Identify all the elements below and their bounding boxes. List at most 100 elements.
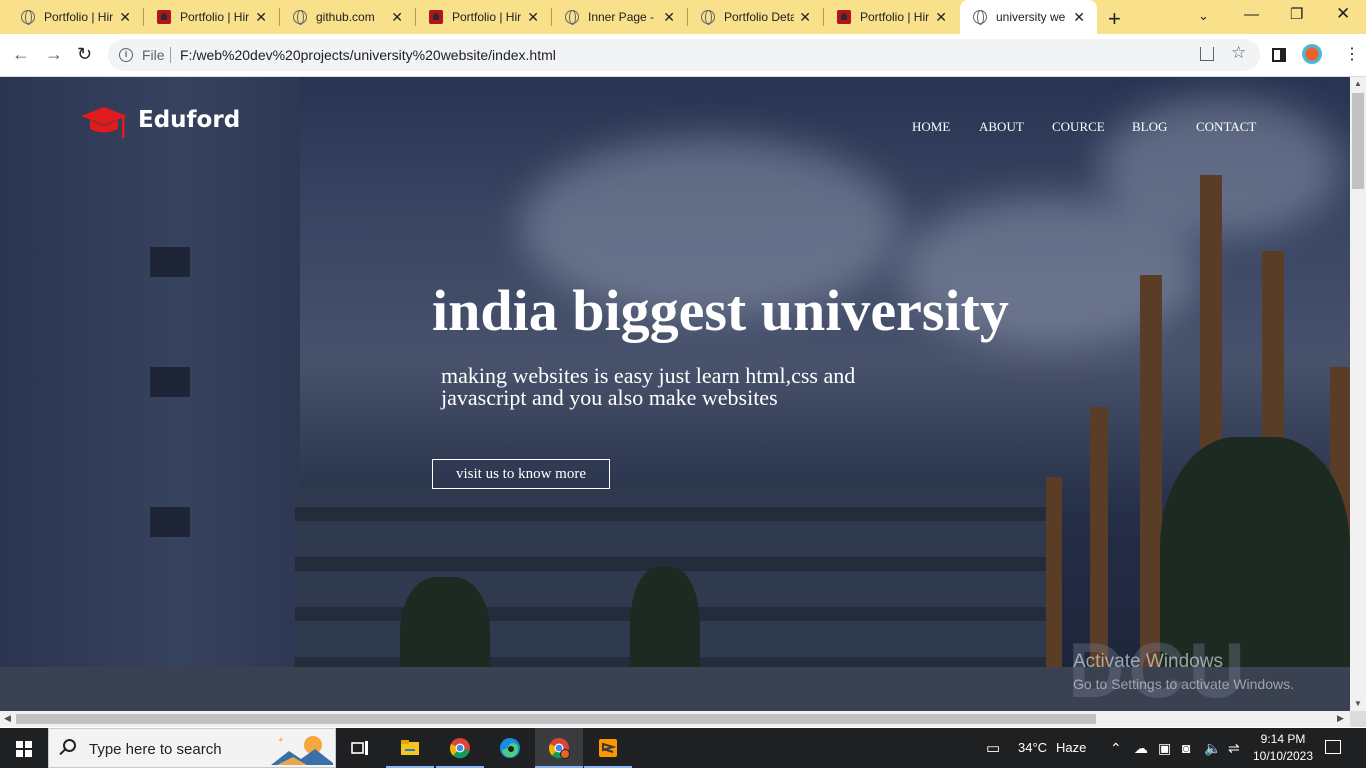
close-icon[interactable]: ✕	[663, 9, 675, 26]
site-logo-text[interactable]: Eduford	[138, 107, 240, 133]
reload-icon[interactable]: ↻	[77, 44, 92, 65]
nav-link-blog[interactable]: BLOG	[1132, 119, 1167, 135]
nav-link-contact[interactable]: CONTACT	[1196, 119, 1256, 135]
window-close-icon[interactable]: ✕	[1336, 4, 1350, 24]
scroll-right-icon[interactable]: ▶	[1337, 713, 1344, 724]
weather-icon[interactable]: ▭	[986, 739, 1000, 757]
tab-title: Portfolio | Hir	[452, 10, 522, 24]
portfolio-icon	[429, 10, 443, 24]
scroll-up-icon[interactable]: ▲	[1354, 79, 1362, 88]
vertical-scrollbar[interactable]: ▲ ▼	[1350, 77, 1366, 711]
chevron-up-icon[interactable]: ⌃	[1110, 740, 1122, 757]
new-tab-button[interactable]: +	[1108, 6, 1121, 32]
tab-title: university wel	[996, 10, 1066, 24]
close-icon[interactable]: ✕	[935, 9, 947, 26]
tab-title: Inner Page -	[588, 10, 655, 24]
camera-icon[interactable]: ◙	[1182, 740, 1190, 756]
search-highlight-art-icon: ✦	[271, 736, 333, 765]
tab-6[interactable]: Portfolio Deta ✕	[680, 0, 823, 34]
network-icon[interactable]: ☁	[1134, 740, 1148, 757]
tab-4[interactable]: Portfolio | Hir ✕	[408, 0, 551, 34]
task-view-button[interactable]	[336, 728, 384, 768]
chrome-button[interactable]	[436, 728, 484, 768]
sublime-text-icon	[599, 739, 617, 757]
task-view-icon	[351, 741, 368, 755]
globe-icon	[565, 10, 579, 25]
minimize-icon[interactable]: —	[1244, 6, 1259, 23]
file-explorer-icon	[401, 740, 419, 755]
start-pane	[16, 741, 23, 748]
profile-avatar-icon[interactable]	[1302, 44, 1322, 64]
tab-3[interactable]: github.com ✕	[272, 0, 415, 34]
scrollbar-corner	[1350, 711, 1366, 727]
scroll-left-icon[interactable]: ◀	[4, 713, 11, 724]
globe-icon	[21, 10, 35, 25]
tab-1[interactable]: Portfolio | Hir ✕	[0, 0, 143, 34]
info-icon[interactable]: i	[119, 48, 133, 62]
notification-center-icon[interactable]	[1325, 740, 1341, 754]
svg-text:✦: ✦	[277, 736, 285, 746]
taskbar-search-box[interactable]: Type here to search ✦	[48, 728, 336, 768]
page-viewport: Eduford HOME ABOUT COURCE BLOG CONTACT i…	[0, 77, 1350, 711]
sublime-text-button[interactable]	[584, 728, 632, 768]
horizontal-scroll-thumb[interactable]	[16, 714, 1096, 724]
meet-now-icon[interactable]: ▣	[1158, 740, 1171, 757]
tab-2[interactable]: Portfolio | Hir ✕	[136, 0, 279, 34]
nav-link-home[interactable]: HOME	[912, 119, 950, 135]
weather-condition[interactable]: Haze	[1056, 740, 1086, 755]
system-clock[interactable]: 9:14 PM 10/10/2023	[1251, 731, 1315, 765]
back-icon[interactable]: ←	[12, 44, 30, 65]
forward-icon[interactable]: →	[45, 44, 63, 65]
volume-icon[interactable]: 🔈	[1204, 740, 1221, 757]
tab-strip: Portfolio | Hir ✕ Portfolio | Hir ✕ gith…	[0, 0, 1366, 34]
start-pane	[25, 741, 32, 748]
share-icon[interactable]	[1200, 47, 1214, 61]
visit-us-button[interactable]: visit us to know more	[432, 459, 610, 489]
tab-search-icon[interactable]: ⌄	[1198, 8, 1209, 24]
restore-icon[interactable]: ❐	[1290, 5, 1303, 23]
edge-icon	[500, 738, 520, 758]
file-explorer-button[interactable]	[386, 728, 434, 768]
close-icon[interactable]: ✕	[527, 9, 539, 26]
address-bar[interactable]: i File F:/web%20dev%20projects/universit…	[108, 39, 1260, 71]
horizontal-scrollbar[interactable]: ◀ ▶	[0, 711, 1350, 727]
tab-active[interactable]: university wel ✕	[960, 0, 1097, 34]
clock-time: 9:14 PM	[1260, 732, 1306, 746]
nav-link-cource[interactable]: COURCE	[1052, 119, 1105, 135]
close-icon[interactable]: ✕	[1073, 9, 1085, 26]
edge-button[interactable]	[486, 728, 534, 768]
kebab-menu-icon[interactable]: ⋮	[1344, 44, 1360, 64]
bookmark-star-icon[interactable]: ☆	[1231, 43, 1246, 63]
close-icon[interactable]: ✕	[255, 9, 267, 26]
vertical-scroll-thumb[interactable]	[1352, 93, 1364, 189]
close-icon[interactable]: ✕	[799, 9, 811, 26]
url-text[interactable]: F:/web%20dev%20projects/university%20web…	[180, 47, 556, 63]
tab-title: Portfolio | Hir	[860, 10, 930, 24]
activate-windows-hint: Go to Settings to activate Windows.	[1073, 676, 1294, 692]
close-icon[interactable]: ✕	[119, 9, 131, 26]
search-icon	[63, 739, 76, 752]
tab-title: Portfolio | Hir	[180, 10, 250, 24]
portfolio-icon	[157, 10, 171, 24]
language-icon[interactable]: ⇌	[1228, 740, 1240, 757]
search-placeholder: Type here to search	[89, 741, 222, 758]
side-panel-icon[interactable]	[1272, 48, 1286, 62]
tab-5[interactable]: Inner Page - ✕	[544, 0, 687, 34]
chrome-profile-button[interactable]	[535, 728, 583, 768]
building-window	[150, 367, 190, 397]
building-window	[150, 507, 190, 537]
close-icon[interactable]: ✕	[391, 9, 403, 26]
browser-toolbar: ← → ↻ i File F:/web%20dev%20projects/uni…	[0, 34, 1366, 77]
graduation-cap-icon[interactable]	[80, 105, 128, 141]
scroll-down-icon[interactable]: ▼	[1354, 699, 1362, 708]
globe-icon	[973, 10, 987, 25]
nav-link-about[interactable]: ABOUT	[979, 119, 1024, 135]
weather-temp[interactable]: 34°C	[1018, 740, 1047, 755]
clock-date: 10/10/2023	[1252, 749, 1314, 763]
windows-start-icon[interactable]	[16, 741, 32, 757]
url-scheme: File	[142, 47, 165, 63]
windows-taskbar: Type here to search ✦ ▭ 34°C Haze ⌃ ☁ ▣ …	[0, 728, 1366, 768]
hero-subtitle: making websites is easy just learn html,…	[441, 363, 856, 410]
tab-7[interactable]: Portfolio | Hir ✕	[816, 0, 959, 34]
chrome-profile-icon	[549, 738, 570, 759]
